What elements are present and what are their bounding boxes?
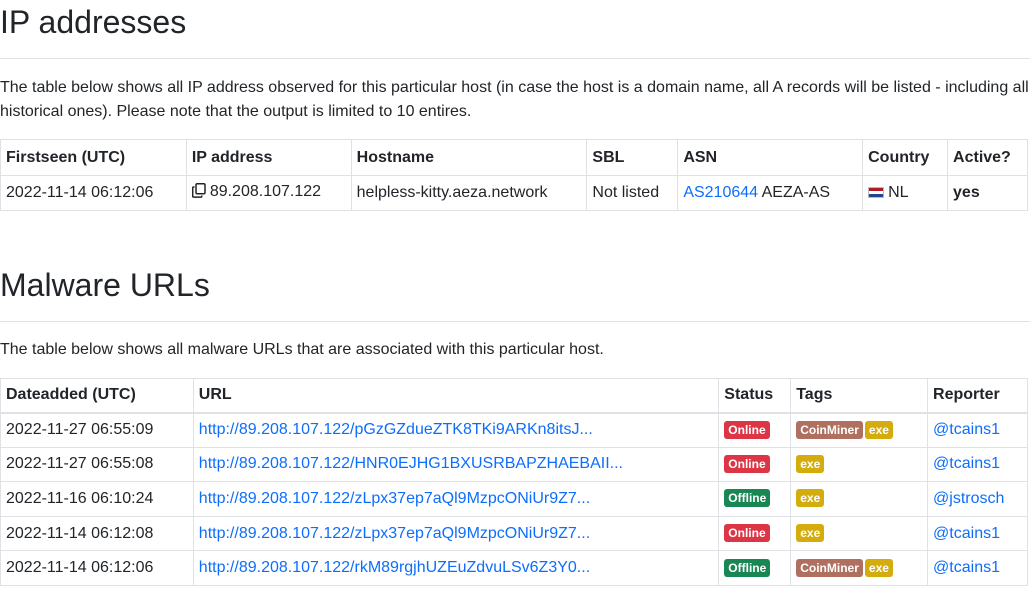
reporter-cell: @tcains1 — [927, 412, 1028, 448]
tags-cell: exe — [790, 481, 929, 517]
col-active: Active? — [947, 139, 1028, 176]
asn-link[interactable]: AS210644 — [683, 184, 758, 201]
table-row: 2022-11-14 06:12:06 http://89.208.107.122… — [0, 550, 1028, 586]
tag-badge[interactable]: exe — [864, 558, 893, 577]
malware-url-link[interactable]: http://89.208.107.122/zLpx37ep7aQl9MzpcO… — [199, 525, 590, 542]
ip-addresses-table: Firstseen (UTC) IP address Hostname SBL … — [0, 139, 1028, 211]
url-cell: http://89.208.107.122/pGzGZdueZTK8TKi9AR… — [192, 412, 720, 448]
ip-address-value: 89.208.107.122 — [209, 183, 322, 200]
reporter-link[interactable]: @tcains1 — [933, 525, 1000, 542]
col-asn: ASN — [677, 139, 864, 176]
tags-cell: CoinMiner exe — [790, 550, 929, 586]
col-url: URL — [192, 378, 720, 414]
col-sbl: SBL — [586, 139, 679, 176]
tag-badge[interactable]: exe — [796, 489, 825, 508]
status-cell: Offline — [718, 550, 792, 586]
url-cell: http://89.208.107.122/zLpx37ep7aQl9MzpcO… — [192, 515, 720, 552]
malware-url-link[interactable]: http://89.208.107.122/zLpx37ep7aQl9MzpcO… — [199, 490, 590, 507]
malware-urls-table: Dateadded (UTC) URL Status Tags Reporter… — [0, 378, 1028, 586]
reporter-link[interactable]: @tcains1 — [933, 421, 1000, 438]
active-cell: yes — [947, 175, 1028, 211]
col-status: Status — [718, 378, 792, 414]
tags-cell: exe — [790, 515, 929, 552]
reporter-link[interactable]: @jstrosch — [933, 490, 1004, 507]
firstseen-cell: 2022-11-14 06:12:06 — [0, 175, 187, 211]
malware-table-body: 2022-11-27 06:55:09 http://89.208.107.122… — [0, 412, 1028, 586]
malware-urls-description: The table below shows all malware URLs t… — [0, 341, 604, 358]
col-ip-address: IP address — [185, 139, 352, 176]
tag-badge[interactable]: CoinMiner — [796, 558, 863, 577]
reporter-cell: @tcains1 — [927, 446, 1028, 483]
url-cell: http://89.208.107.122/HNR0EJHG1BXUSRBAPZ… — [192, 446, 720, 483]
table-row: 2022-11-16 06:10:24 http://89.208.107.122… — [0, 481, 1028, 517]
url-cell: http://89.208.107.122/rkM89rgjhUZEuZdvuL… — [192, 550, 720, 586]
dateadded-cell: 2022-11-14 06:12:06 — [0, 550, 194, 586]
malware-urls-heading: Malware URLs — [0, 267, 210, 303]
col-reporter: Reporter — [927, 378, 1028, 414]
sbl-cell: Not listed — [586, 175, 679, 211]
status-badge: Online — [724, 454, 770, 473]
status-badge: Online — [724, 524, 770, 543]
col-country: Country — [862, 139, 949, 176]
tag-badge[interactable]: exe — [796, 454, 825, 473]
country-code: NL — [888, 184, 909, 201]
status-cell: Online — [718, 446, 792, 483]
reporter-cell: @tcains1 — [927, 515, 1028, 552]
status-cell: Offline — [718, 481, 792, 517]
dateadded-cell: 2022-11-14 06:12:08 — [0, 515, 194, 552]
malware-url-link[interactable]: http://89.208.107.122/rkM89rgjhUZEuZdvuL… — [199, 559, 590, 576]
col-tags: Tags — [790, 378, 929, 414]
malware-url-link[interactable]: http://89.208.107.122/HNR0EJHG1BXUSRBAPZ… — [199, 455, 623, 472]
divider — [0, 58, 1030, 59]
ip-addresses-heading: IP addresses — [0, 4, 187, 40]
reporter-cell: @tcains1 — [927, 550, 1028, 586]
hostname-cell: helpless-kitty.aeza.network — [350, 175, 588, 211]
tag-badge[interactable]: exe — [796, 524, 825, 543]
ip-table-header-row: Firstseen (UTC) IP address Hostname SBL … — [0, 139, 1028, 176]
asn-cell: AS210644 AEZA-AS — [677, 175, 864, 211]
tag-badge[interactable]: exe — [864, 420, 893, 439]
tag-badge[interactable]: CoinMiner — [796, 420, 863, 439]
tags-cell: exe — [790, 446, 929, 483]
country-cell: NL — [862, 175, 949, 211]
asn-name: AEZA-AS — [761, 184, 831, 201]
dateadded-cell: 2022-11-27 06:55:09 — [0, 412, 194, 448]
table-row: 2022-11-27 06:55:08 http://89.208.107.122… — [0, 446, 1028, 483]
status-badge: Offline — [724, 489, 771, 508]
table-row: 2022-11-14 06:12:06 89.208.107.122 helpl… — [0, 175, 1028, 211]
url-cell: http://89.208.107.122/zLpx37ep7aQl9MzpcO… — [192, 481, 720, 517]
ip-cell: 89.208.107.122 — [185, 175, 352, 211]
reporter-link[interactable]: @tcains1 — [933, 455, 1000, 472]
tags-cell: CoinMiner exe — [790, 412, 929, 448]
col-dateadded: Dateadded (UTC) — [0, 378, 194, 414]
table-row: 2022-11-27 06:55:09 http://89.208.107.122… — [0, 412, 1028, 448]
divider — [0, 321, 1030, 322]
status-badge: Online — [724, 420, 770, 439]
ip-addresses-description: The table below shows all IP address obs… — [0, 79, 1029, 120]
dateadded-cell: 2022-11-16 06:10:24 — [0, 481, 194, 517]
malware-table-header-row: Dateadded (UTC) URL Status Tags Reporter — [0, 378, 1028, 414]
table-row: 2022-11-14 06:12:08 http://89.208.107.122… — [0, 515, 1028, 552]
malware-url-link[interactable]: http://89.208.107.122/pGzGZdueZTK8TKi9AR… — [199, 421, 593, 438]
reporter-cell: @jstrosch — [927, 481, 1028, 517]
status-cell: Online — [718, 412, 792, 448]
status-cell: Online — [718, 515, 792, 552]
netherlands-flag-icon — [868, 187, 885, 198]
col-hostname: Hostname — [350, 139, 588, 176]
col-firstseen: Firstseen (UTC) — [0, 139, 187, 176]
status-badge: Offline — [724, 558, 771, 577]
reporter-link[interactable]: @tcains1 — [933, 559, 1000, 576]
dateadded-cell: 2022-11-27 06:55:08 — [0, 446, 194, 483]
copy-icon[interactable] — [191, 183, 206, 203]
